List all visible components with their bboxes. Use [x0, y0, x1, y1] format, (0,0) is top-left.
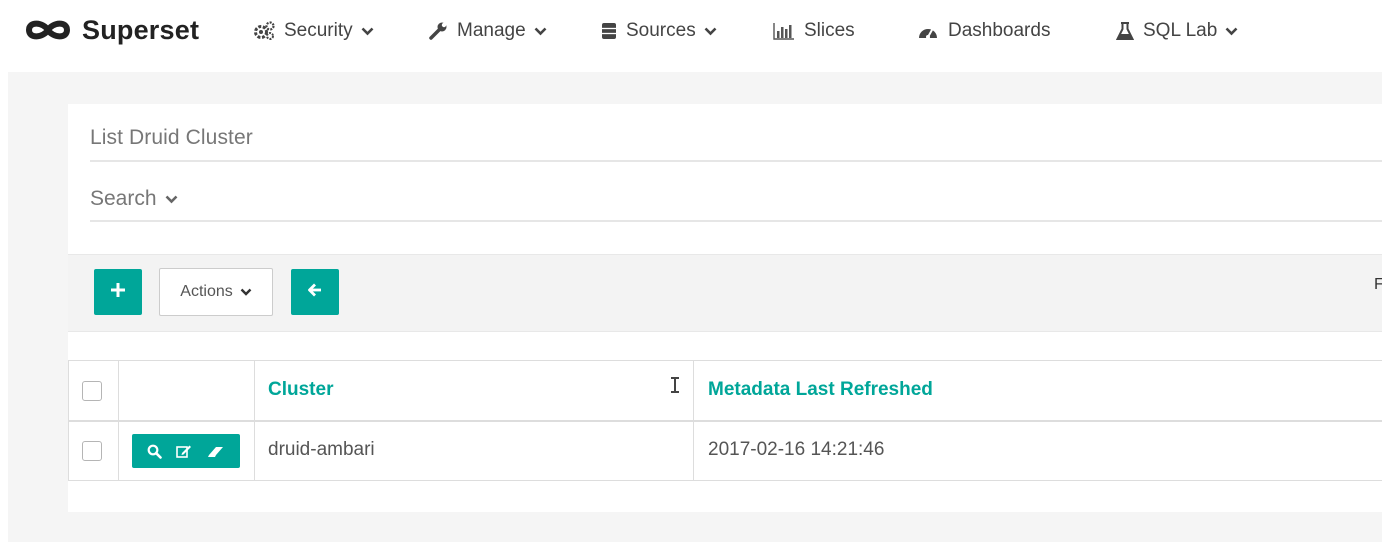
- table-border: [68, 360, 1382, 361]
- nav-slices-label: Slices: [804, 20, 855, 41]
- table-border: [693, 360, 694, 481]
- wrench-icon: [428, 21, 448, 41]
- nav-slices[interactable]: Slices: [773, 17, 855, 45]
- cell-metadata-last-refreshed: 2017-02-16 14:21:46: [708, 439, 885, 460]
- add-record-button[interactable]: [94, 269, 142, 315]
- table-border: [118, 360, 119, 481]
- divider: [90, 160, 1382, 162]
- chevron-down-icon: [361, 27, 374, 36]
- eraser-icon[interactable]: [207, 444, 225, 459]
- nav-dashboards[interactable]: Dashboards: [917, 17, 1050, 45]
- nav-sources-label: Sources: [626, 20, 696, 41]
- truncated-edge-text: F: [1374, 276, 1382, 293]
- nav-manage-label: Manage: [457, 20, 526, 41]
- nav-dashboards-label: Dashboards: [948, 20, 1051, 41]
- page-title: List Druid Cluster: [90, 126, 253, 149]
- search-toggle[interactable]: Search: [90, 187, 178, 211]
- search-icon[interactable]: [147, 444, 162, 459]
- brand-name: Superset: [82, 14, 200, 45]
- bar-chart-icon: [773, 22, 795, 40]
- actions-dropdown-button[interactable]: Actions: [159, 268, 273, 316]
- tachometer-icon: [917, 22, 939, 40]
- nav-security[interactable]: Security: [253, 17, 374, 45]
- nav-sql-lab-label: SQL Lab: [1143, 20, 1218, 41]
- chevron-down-icon: [240, 288, 252, 296]
- table-border: [68, 480, 1382, 481]
- sort-icon[interactable]: [670, 375, 680, 400]
- nav-sql-lab[interactable]: SQL Lab: [1116, 17, 1238, 45]
- edit-icon[interactable]: [176, 444, 192, 459]
- nav-manage[interactable]: Manage: [428, 17, 547, 45]
- top-navbar: Superset Security Manage Sources Slices …: [0, 0, 1382, 62]
- arrow-left-icon: [308, 283, 322, 302]
- flask-icon: [1116, 21, 1134, 41]
- search-label: Search: [90, 187, 157, 210]
- nav-security-label: Security: [284, 20, 353, 41]
- plus-icon: [111, 282, 125, 302]
- column-header-metadata-last-refreshed[interactable]: Metadata Last Refreshed: [708, 379, 933, 401]
- chevron-down-icon: [704, 27, 717, 36]
- chevron-down-icon: [1225, 27, 1238, 36]
- divider: [90, 220, 1382, 222]
- table-border: [68, 360, 69, 481]
- actions-label: Actions: [180, 283, 233, 300]
- chevron-down-icon: [534, 27, 547, 36]
- table-border: [254, 360, 255, 481]
- cell-cluster: druid-ambari: [268, 439, 375, 460]
- row-action-buttons: [132, 434, 240, 468]
- row-select-checkbox[interactable]: [82, 441, 102, 461]
- database-icon: [601, 21, 617, 41]
- chevron-down-icon: [165, 195, 178, 204]
- gears-icon: [253, 21, 275, 41]
- brand-link[interactable]: Superset: [24, 12, 199, 48]
- nav-sources[interactable]: Sources: [601, 17, 717, 45]
- back-button[interactable]: [291, 269, 339, 315]
- column-header-cluster[interactable]: Cluster: [268, 379, 333, 401]
- infinity-logo-icon: [24, 17, 72, 43]
- table-border: [68, 420, 1382, 422]
- select-all-checkbox[interactable]: [82, 381, 102, 401]
